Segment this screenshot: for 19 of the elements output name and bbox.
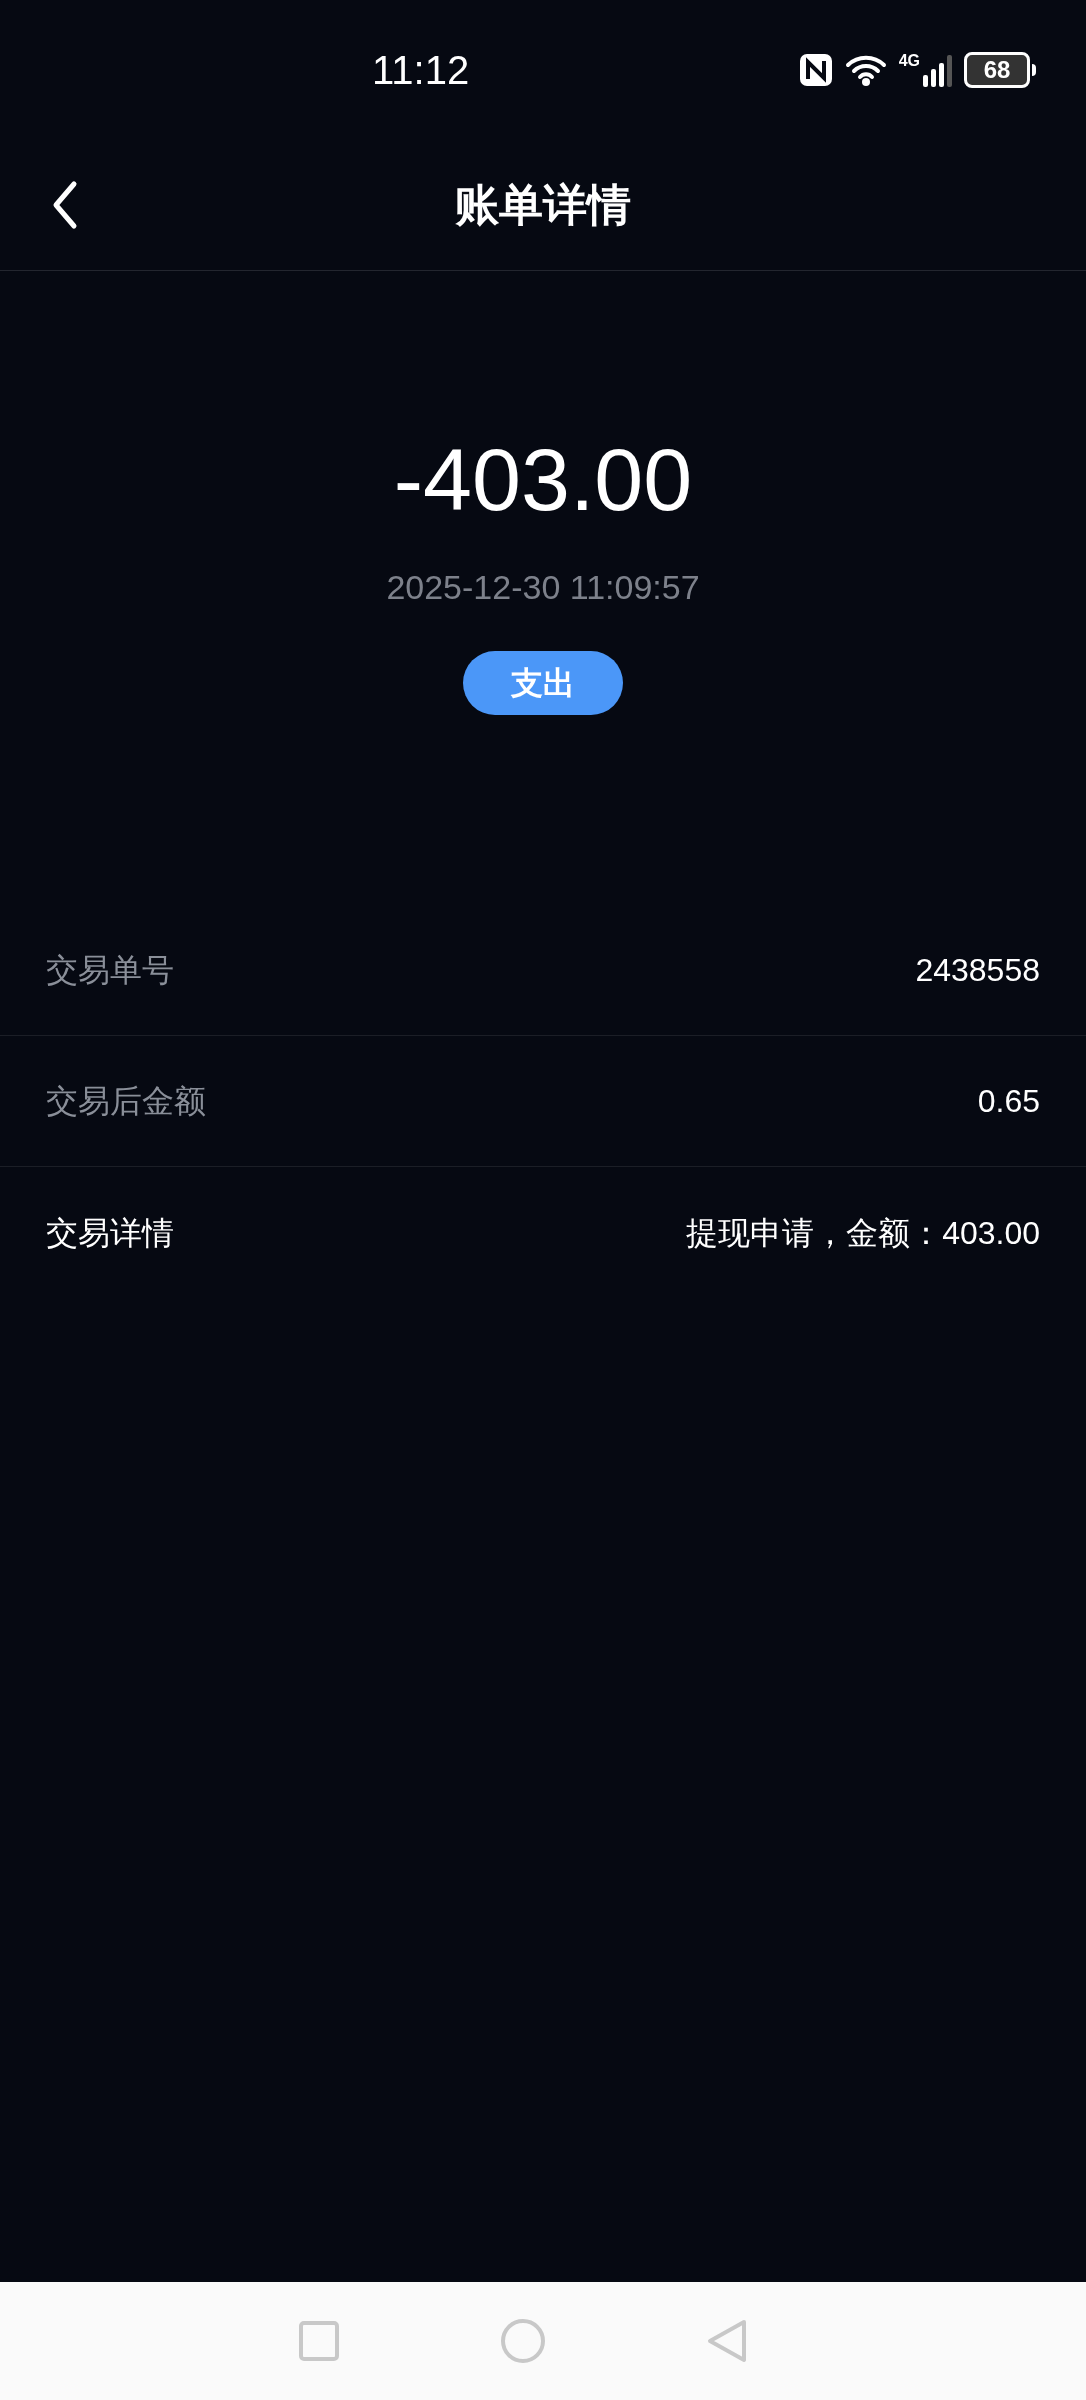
- row-label: 交易后金额: [46, 1082, 206, 1121]
- status-time: 11:12: [372, 47, 470, 94]
- nfc-icon: [798, 53, 833, 87]
- back-nav-icon[interactable]: [706, 2318, 748, 2364]
- type-badge: 支出: [463, 651, 623, 715]
- amount: -403.00: [393, 436, 693, 524]
- transaction-datetime: 2025-12-30 11:09:57: [386, 567, 700, 608]
- wifi-icon: [844, 53, 887, 87]
- battery-level: 68: [983, 58, 1011, 82]
- recents-icon[interactable]: [298, 2320, 340, 2362]
- row-value: 提现申请，金额：403.00: [686, 1213, 1040, 1253]
- page-title: 账单详情: [455, 179, 631, 231]
- network-type: 4G: [898, 53, 920, 69]
- row-label: 交易单号: [46, 951, 174, 990]
- row-value: 0.65: [977, 1082, 1040, 1121]
- signal-icon: [922, 53, 952, 87]
- home-icon[interactable]: [500, 2318, 546, 2364]
- row-value: 2438558: [915, 951, 1040, 990]
- row-label: 交易详情: [46, 1213, 174, 1253]
